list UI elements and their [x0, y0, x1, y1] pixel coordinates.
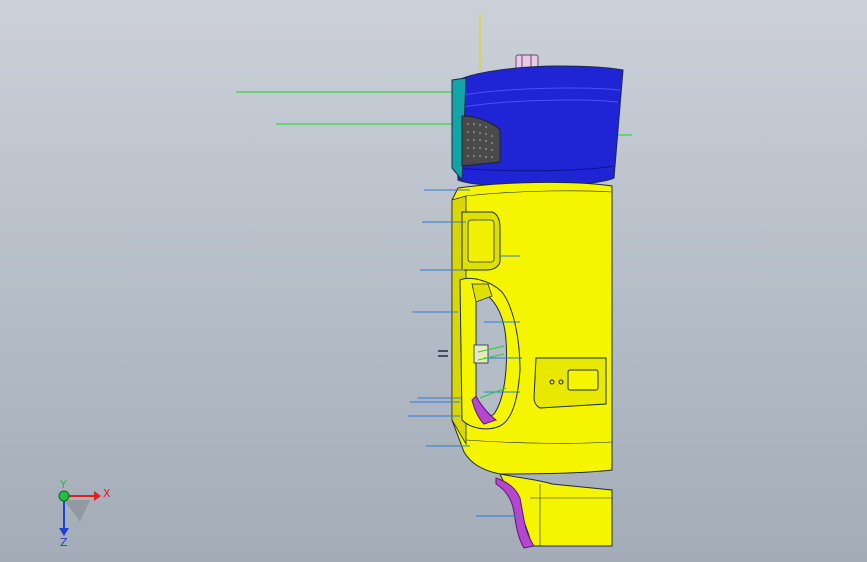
- upper-slot-inner: [467, 219, 495, 263]
- handle-clip: [473, 344, 489, 364]
- triad-y-label: Y: [60, 478, 67, 491]
- triad-z-arrow: [59, 528, 69, 536]
- triad-z-label: Z: [60, 536, 68, 549]
- triad-x-arrow: [94, 491, 101, 501]
- triad-shadow: [64, 500, 90, 522]
- axis-triad: [58, 490, 101, 536]
- triad-x-label: X: [103, 487, 111, 500]
- side-panel-window: [567, 369, 599, 391]
- cad-model-scene[interactable]: [0, 0, 867, 562]
- triad-origin: [58, 490, 70, 502]
- cad-viewport[interactable]: X Y Z: [0, 0, 867, 562]
